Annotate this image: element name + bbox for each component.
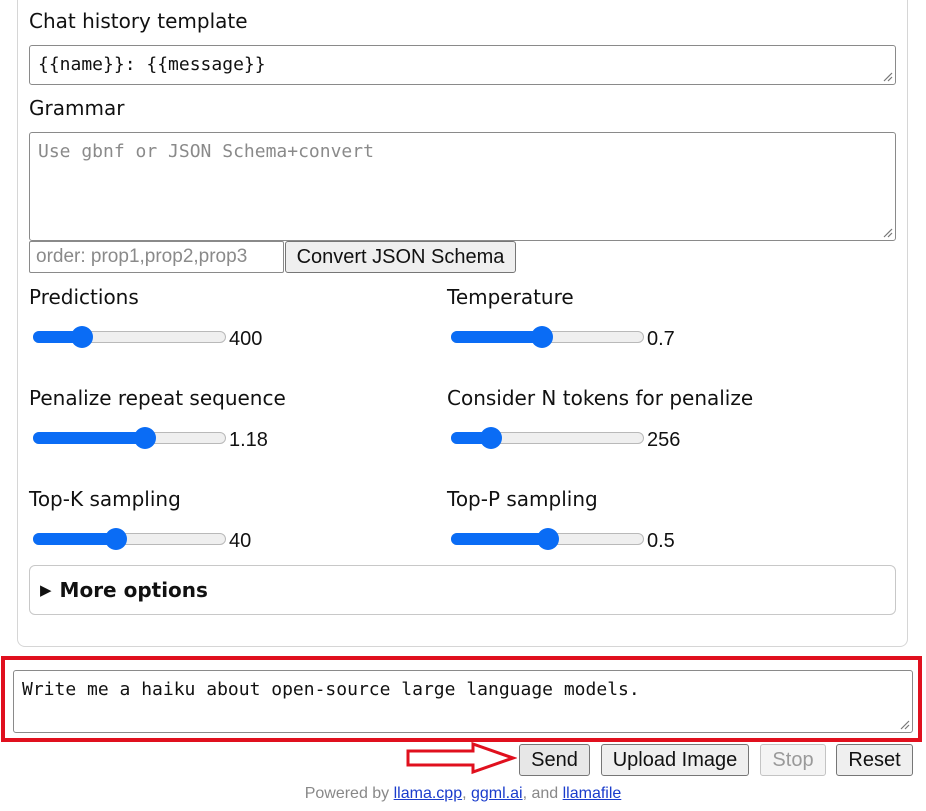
penalize-repeat-label: Penalize repeat sequence (29, 386, 286, 410)
penalize-repeat-slider[interactable] (33, 426, 226, 450)
more-options-toggle[interactable]: ▶ More options (29, 565, 896, 615)
annotation-arrow-icon (406, 741, 517, 775)
reset-button[interactable]: Reset (836, 744, 913, 776)
slider-fill (33, 432, 145, 444)
slider-thumb[interactable] (71, 326, 93, 348)
predictions-label: Predictions (29, 285, 139, 309)
message-input[interactable] (13, 670, 913, 733)
grammar-label: Grammar (29, 96, 125, 120)
property-order-input[interactable] (29, 241, 284, 273)
penalize-n-tokens-label: Consider N tokens for penalize (447, 386, 754, 410)
convert-json-schema-button[interactable]: Convert JSON Schema (285, 241, 516, 273)
slider-thumb[interactable] (105, 528, 127, 550)
top-p-value: 0.5 (647, 530, 675, 552)
send-button[interactable]: Send (519, 744, 590, 776)
slider-fill (33, 533, 116, 545)
stop-button[interactable]: Stop (760, 744, 826, 776)
grammar-input[interactable] (29, 132, 896, 241)
disclosure-triangle-icon: ▶ (40, 581, 52, 599)
slider-fill (451, 331, 542, 343)
chat-history-label: Chat history template (29, 9, 248, 33)
llama-cpp-link[interactable]: llama.cpp (394, 785, 462, 802)
top-k-slider[interactable] (33, 527, 226, 551)
top-k-label: Top-K sampling (29, 487, 181, 511)
temperature-value: 0.7 (647, 328, 675, 350)
slider-thumb[interactable] (480, 427, 502, 449)
slider-thumb[interactable] (531, 326, 553, 348)
penalize-repeat-value: 1.18 (229, 429, 268, 451)
predictions-slider[interactable] (33, 325, 226, 349)
top-p-label: Top-P sampling (447, 487, 598, 511)
footer-separator: , (462, 785, 471, 802)
top-k-value: 40 (229, 530, 252, 552)
ggml-ai-link[interactable]: ggml.ai (471, 785, 523, 802)
predictions-value: 400 (229, 328, 263, 350)
llamafile-link[interactable]: llamafile (563, 785, 622, 802)
footer: Powered by llama.cpp, ggml.ai, and llama… (0, 785, 926, 803)
penalize-n-tokens-value: 256 (647, 429, 681, 451)
penalize-n-tokens-slider[interactable] (451, 426, 644, 450)
slider-thumb[interactable] (537, 528, 559, 550)
footer-separator: , and (522, 785, 563, 802)
temperature-slider[interactable] (451, 325, 644, 349)
chat-history-template-input[interactable] (29, 45, 896, 85)
more-options-label: More options (59, 578, 208, 602)
temperature-label: Temperature (447, 285, 574, 309)
upload-image-button[interactable]: Upload Image (601, 744, 749, 776)
slider-fill (451, 533, 548, 545)
footer-prefix: Powered by (304, 785, 394, 802)
slider-thumb[interactable] (134, 427, 156, 449)
top-p-slider[interactable] (451, 527, 644, 551)
